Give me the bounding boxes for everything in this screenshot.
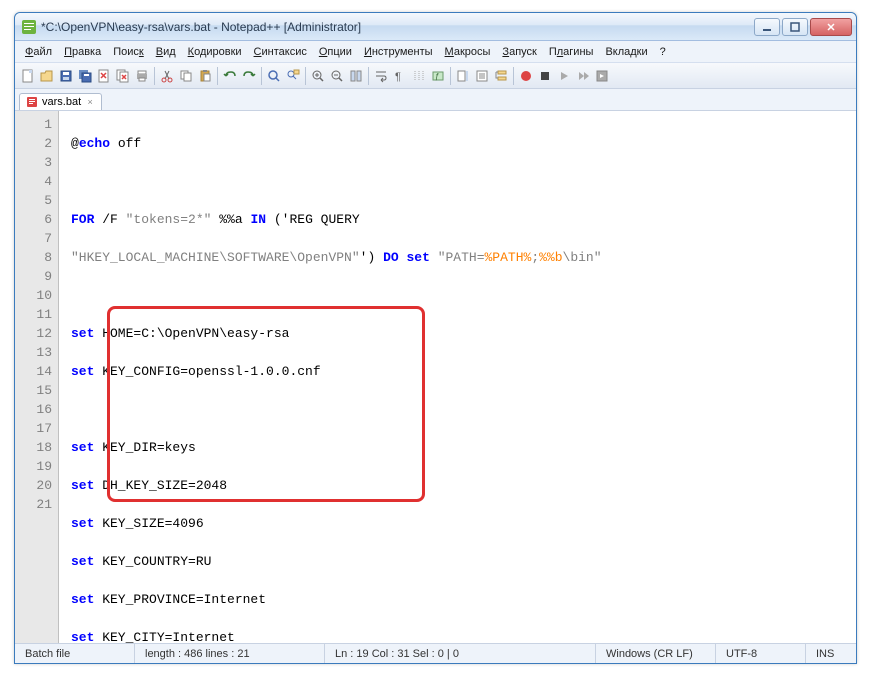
minimize-button[interactable] <box>754 18 780 36</box>
menu-help[interactable]: ? <box>654 44 672 60</box>
svg-text:ƒ: ƒ <box>435 72 439 81</box>
redo-icon[interactable] <box>240 67 258 85</box>
menu-run[interactable]: Запуск <box>496 44 542 60</box>
play-multi-icon[interactable] <box>574 67 592 85</box>
save-all-icon[interactable] <box>76 67 94 85</box>
menu-encoding[interactable]: Кодировки <box>182 44 248 60</box>
window-title: *C:\OpenVPN\easy-rsa\vars.bat - Notepad+… <box>41 20 754 34</box>
menubar: Файл Правка Поиск Вид Кодировки Синтакси… <box>15 41 856 63</box>
folder-tree-icon[interactable] <box>492 67 510 85</box>
show-chars-icon[interactable]: ¶ <box>391 67 409 85</box>
app-icon <box>21 19 37 35</box>
editor-area: 1 2 3 4 5 6 7 8 9 10 11 12 13 14 15 16 1… <box>15 111 856 643</box>
menu-file[interactable]: Файл <box>19 44 58 60</box>
maximize-button[interactable] <box>782 18 808 36</box>
menu-macros[interactable]: Макросы <box>439 44 497 60</box>
new-file-icon[interactable] <box>19 67 37 85</box>
print-icon[interactable] <box>133 67 151 85</box>
find-icon[interactable] <box>265 67 283 85</box>
svg-text:¶: ¶ <box>395 71 401 83</box>
window-controls <box>754 18 852 36</box>
status-length: length : 486 lines : 21 <box>135 644 325 663</box>
cut-icon[interactable] <box>158 67 176 85</box>
code-area[interactable]: @echo off FOR /F "tokens=2*" %%a IN ('RE… <box>59 111 856 643</box>
doc-map-icon[interactable] <box>454 67 472 85</box>
replace-icon[interactable] <box>284 67 302 85</box>
line-gutter: 1 2 3 4 5 6 7 8 9 10 11 12 13 14 15 16 1… <box>15 111 59 643</box>
play-macro-icon[interactable] <box>555 67 573 85</box>
copy-icon[interactable] <box>177 67 195 85</box>
menu-edit[interactable]: Правка <box>58 44 107 60</box>
close-all-icon[interactable] <box>114 67 132 85</box>
record-macro-icon[interactable] <box>517 67 535 85</box>
menu-tools[interactable]: Инструменты <box>358 44 439 60</box>
status-encoding[interactable]: UTF-8 <box>716 644 806 663</box>
separator <box>261 67 262 85</box>
zoom-out-icon[interactable] <box>328 67 346 85</box>
titlebar[interactable]: *C:\OpenVPN\easy-rsa\vars.bat - Notepad+… <box>15 13 856 41</box>
modified-file-icon <box>26 96 38 108</box>
separator <box>368 67 369 85</box>
toolbar: ¶ ƒ <box>15 63 856 89</box>
menu-search[interactable]: Поиск <box>107 44 149 60</box>
wrap-icon[interactable] <box>372 67 390 85</box>
status-filetype: Batch file <box>15 644 135 663</box>
open-file-icon[interactable] <box>38 67 56 85</box>
undo-icon[interactable] <box>221 67 239 85</box>
statusbar: Batch file length : 486 lines : 21 Ln : … <box>15 643 856 663</box>
separator <box>154 67 155 85</box>
close-button[interactable] <box>810 18 852 36</box>
indent-guide-icon[interactable] <box>410 67 428 85</box>
sync-scroll-icon[interactable] <box>347 67 365 85</box>
status-insert-mode[interactable]: INS <box>806 644 856 663</box>
separator <box>513 67 514 85</box>
main-window: *C:\OpenVPN\easy-rsa\vars.bat - Notepad+… <box>14 12 857 664</box>
save-icon[interactable] <box>57 67 75 85</box>
file-tab[interactable]: vars.bat × <box>19 93 102 110</box>
tab-close-icon[interactable]: × <box>85 97 95 107</box>
close-file-icon[interactable] <box>95 67 113 85</box>
tabbar: vars.bat × <box>15 89 856 111</box>
save-macro-icon[interactable] <box>593 67 611 85</box>
separator <box>217 67 218 85</box>
status-position: Ln : 19 Col : 31 Sel : 0 | 0 <box>325 644 596 663</box>
lang-icon[interactable]: ƒ <box>429 67 447 85</box>
separator <box>305 67 306 85</box>
func-list-icon[interactable] <box>473 67 491 85</box>
menu-tabs[interactable]: Вкладки <box>599 44 653 60</box>
menu-syntax[interactable]: Синтаксис <box>248 44 313 60</box>
zoom-in-icon[interactable] <box>309 67 327 85</box>
stop-macro-icon[interactable] <box>536 67 554 85</box>
paste-icon[interactable] <box>196 67 214 85</box>
status-eol[interactable]: Windows (CR LF) <box>596 644 716 663</box>
tab-label: vars.bat <box>42 96 81 108</box>
menu-options[interactable]: Опции <box>313 44 358 60</box>
separator <box>450 67 451 85</box>
menu-view[interactable]: Вид <box>150 44 182 60</box>
menu-plugins[interactable]: Плагины <box>543 44 600 60</box>
